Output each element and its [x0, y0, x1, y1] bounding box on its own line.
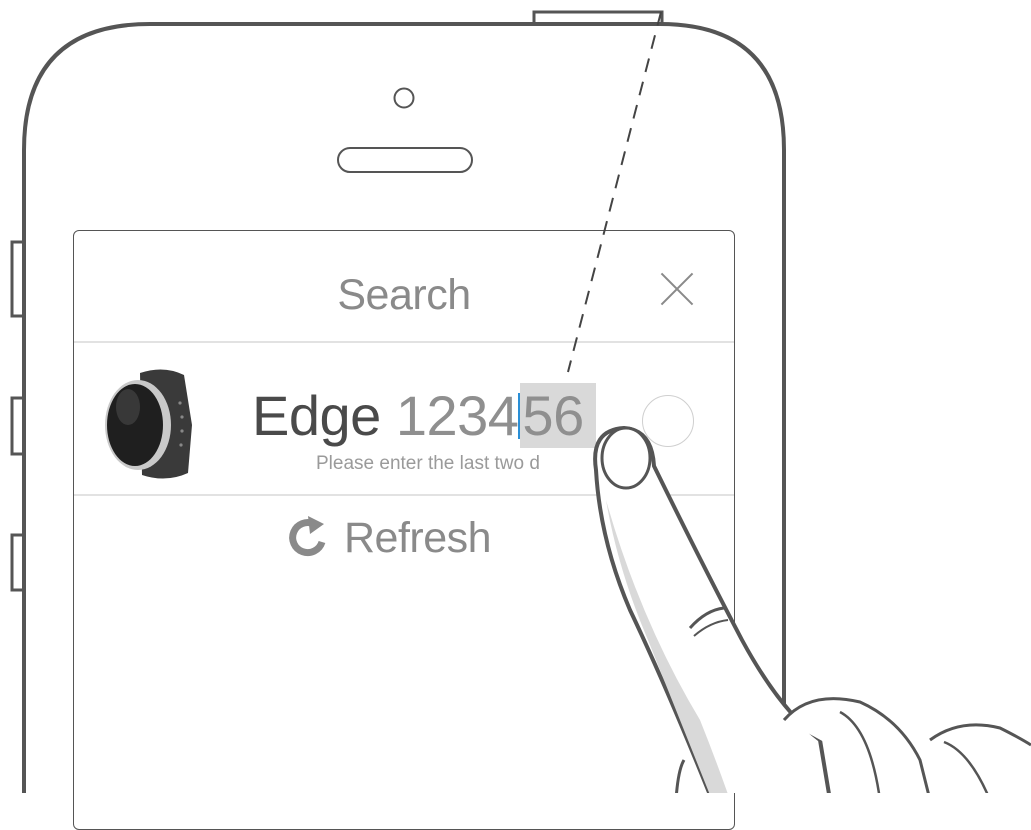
- illustration-scene: Search Edge 123456 Please enter the last…: [0, 0, 1031, 830]
- pointing-hand: [567, 11, 1031, 793]
